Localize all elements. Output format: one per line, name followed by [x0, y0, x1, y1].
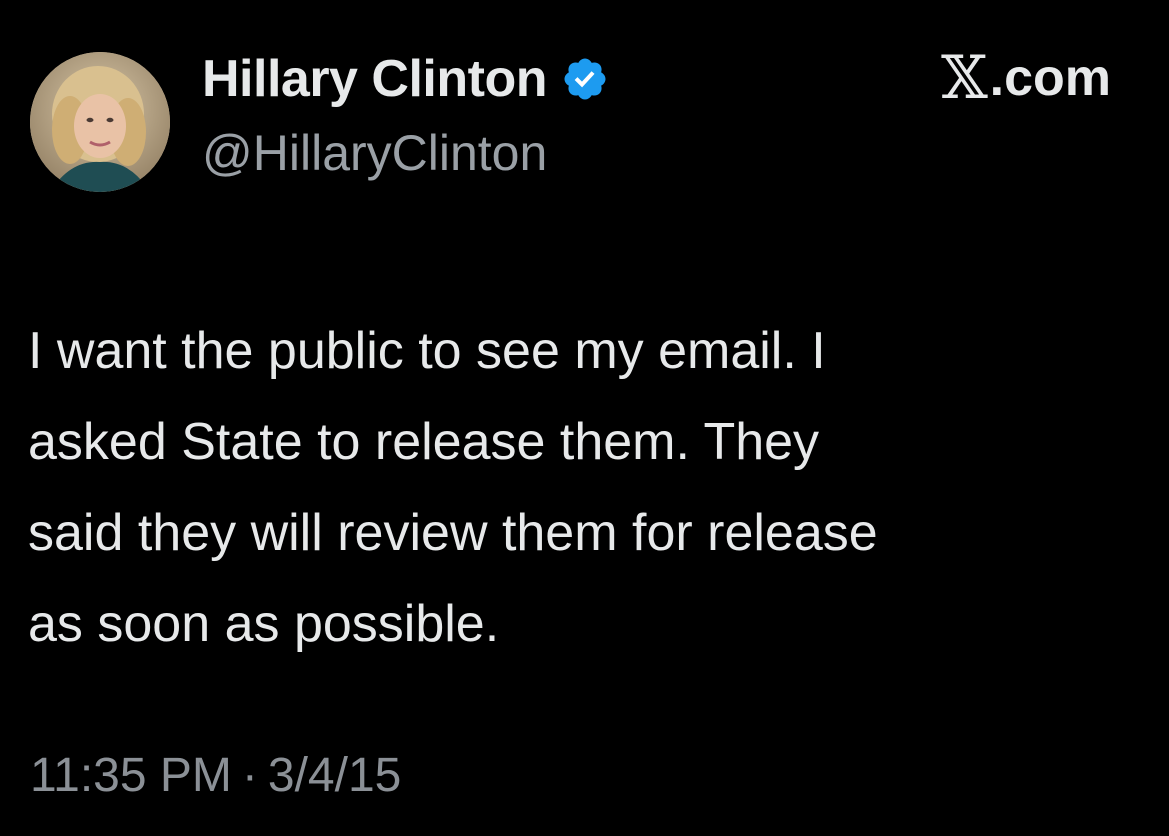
- author-avatar[interactable]: [30, 52, 170, 192]
- author-name-row: Hillary Clinton: [202, 44, 609, 114]
- author-display-name[interactable]: Hillary Clinton: [202, 49, 547, 109]
- tweet-time: 11:35 PM: [30, 749, 232, 802]
- tweet-text: I want the public to see my email. I ask…: [28, 322, 878, 653]
- tweet-date: 3/4/15: [267, 749, 402, 802]
- profile-photo-icon: [30, 52, 170, 192]
- site-label-suffix: .com: [989, 49, 1111, 107]
- timestamp-separator: ·: [241, 749, 258, 802]
- tweet-timestamp[interactable]: 11:35 PM · 3/4/15: [30, 748, 401, 803]
- author-handle[interactable]: @HillaryClinton: [202, 124, 547, 182]
- x-logo-icon: 𝕏: [941, 43, 988, 113]
- verified-badge-icon: [561, 55, 609, 103]
- tweet-card: Hillary Clinton @HillaryClinton 𝕏 .com I…: [0, 0, 1169, 836]
- site-label: 𝕏 .com: [941, 48, 1111, 108]
